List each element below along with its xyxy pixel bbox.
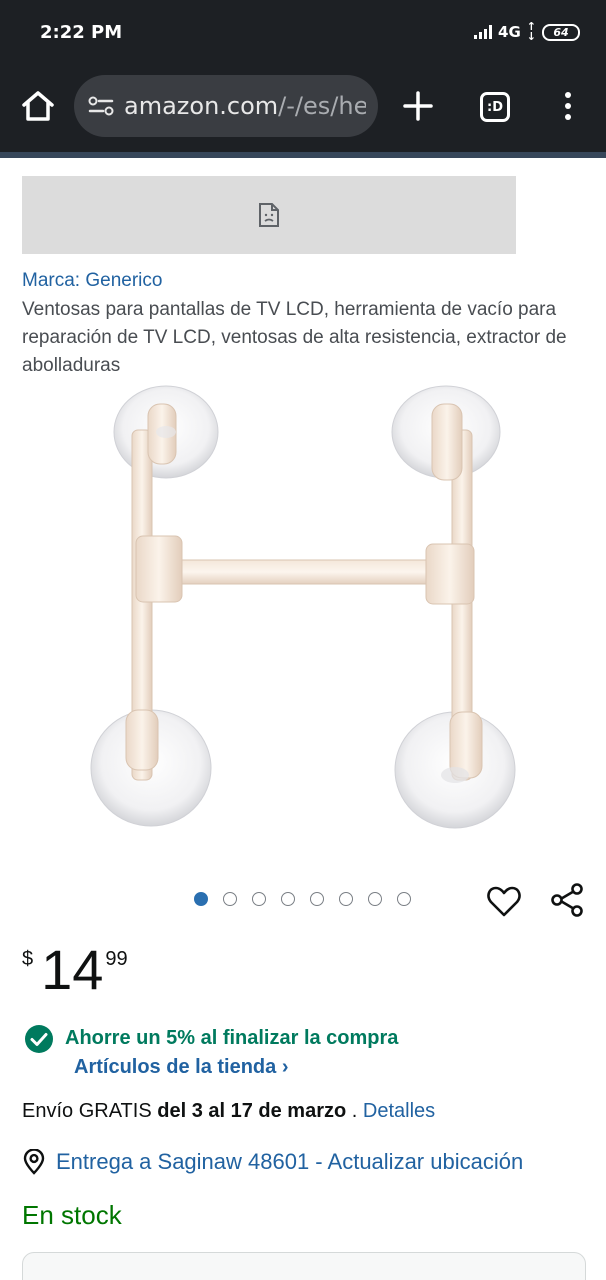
carousel-dot[interactable] [194,892,208,906]
more-options-icon[interactable] [558,88,578,124]
broken-image-icon [259,203,279,227]
store-items-link[interactable]: Artículos de la tienda › [74,1056,288,1079]
shipping-dates: del 3 al 17 de marzo [157,1100,347,1122]
data-arrows-icon: ↑ ↓ [526,20,536,43]
carousel-dot[interactable] [339,892,353,906]
address-bar[interactable]: amazon.com/-/es/her [74,75,378,137]
heart-icon[interactable] [486,884,522,918]
status-time: 2:22 PM [40,22,123,43]
price: $ 14 99 [22,938,128,1002]
carousel-dot[interactable] [397,892,411,906]
price-whole: 14 [41,938,104,1001]
battery-icon: 64 [542,23,580,41]
battery-level: 64 [553,25,569,39]
share-icon[interactable] [549,882,585,918]
image-carousel-dots [194,892,411,906]
location-pin-icon[interactable] [22,1149,46,1175]
url-path: /-/es/her [278,92,366,120]
new-tab-icon[interactable] [400,88,436,124]
delivery-location-link[interactable]: Entrega a Saginaw 48601 - Actualizar ubi… [56,1149,523,1175]
site-settings-icon[interactable] [88,95,114,117]
url-host: amazon.com [124,92,279,120]
product-title: Ventosas para pantallas de TV LCD, herra… [22,299,567,376]
product-image[interactable] [80,380,530,840]
shipping-separator: . [346,1100,363,1122]
carousel-dot[interactable] [252,892,266,906]
check-circle-icon [25,1025,53,1053]
url-text[interactable]: amazon.com/-/es/her [124,92,366,120]
buy-box-card [22,1252,586,1280]
site-nav-strip [0,152,606,158]
home-icon[interactable] [18,86,58,126]
browser-toolbar: amazon.com/-/es/her :D [0,64,606,152]
shipping-details-link[interactable]: Detalles [363,1100,435,1122]
stock-status: En stock [22,1200,122,1230]
price-fraction: 99 [105,948,128,970]
carousel-dot[interactable] [310,892,324,906]
status-indicators: 4G ↑ ↓ 64 [474,20,580,43]
tab-switcher-label: :D [487,99,503,115]
status-bar: 2:22 PM 4G ↑ ↓ 64 [0,0,606,64]
broken-image [22,176,516,254]
signal-icon [474,25,493,39]
price-currency: $ [22,948,34,970]
carousel-dot[interactable] [223,892,237,906]
brand-link[interactable]: Marca: Generico [22,270,162,292]
shipping-prefix: Envío GRATIS [22,1100,152,1122]
carousel-dot[interactable] [368,892,382,906]
carousel-dot[interactable] [281,892,295,906]
savings-text: Ahorre un 5% al finalizar la compra [65,1027,399,1049]
shipping-info: Envío GRATIS del 3 al 17 de marzo . Deta… [22,1100,435,1123]
network-type: 4G [498,23,521,41]
tab-switcher-button[interactable]: :D [480,92,510,122]
